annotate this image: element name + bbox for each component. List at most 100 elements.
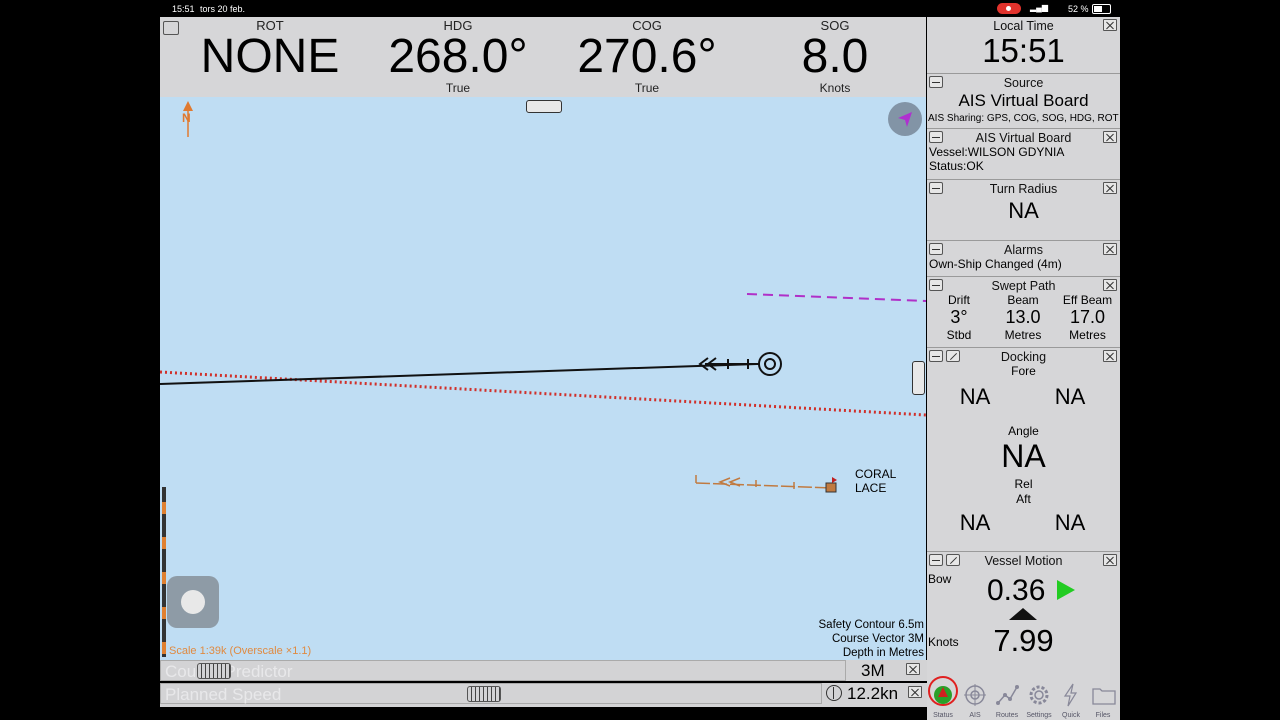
status-date: tors 20 feb. [200,4,246,14]
nautical-chart[interactable]: N CORAL LACE Scale 1:39k (Overscale ×1.1… [160,97,926,660]
assistive-touch-button[interactable] [167,576,219,628]
aft-right-value: NA [1054,510,1086,535]
tab-files[interactable]: Files [1087,680,1119,720]
source-panel: Source AIS Virtual Board AIS Sharing: GP… [927,74,1120,129]
chart-scale: Scale 1:39k (Overscale ×1.1) [169,645,312,657]
recording-indicator [997,3,1021,14]
tab-quick[interactable]: Quick [1055,680,1087,720]
alarms-panel: Alarms Own-Ship Changed (4m) [927,241,1120,277]
tab-settings[interactable]: Settings [1023,680,1055,720]
turn-radius-panel: Turn Radius NA [927,180,1120,241]
sog-value: 8.0 [801,30,869,83]
target-vessel-label[interactable]: CORAL LACE [855,467,926,495]
alarms-minimize-icon[interactable] [929,243,943,255]
tab-ais-label: AIS [969,712,981,719]
speed-close-icon[interactable] [908,686,922,698]
motion-edit-icon[interactable] [946,554,960,566]
navigation-arrow-icon [898,112,912,127]
swept-path-close-icon[interactable] [1103,279,1117,291]
angle-label: Angle [1008,424,1039,438]
aft-label: Aft [1016,492,1031,506]
side-panels: Local Time 15:51 Source AIS Virtual Boar… [927,17,1120,680]
panel-toggle-icon[interactable] [526,100,562,113]
drift-unit: Stbd [946,328,972,342]
speed-value: 12.2kn [847,684,899,703]
rot-value: NONE [200,30,340,83]
speed-readout: 12.2kn [822,683,927,704]
ais-minimize-icon[interactable] [929,131,943,143]
ais-tab-icon [964,684,986,706]
swept-path-panel: Swept Path Drift 3° Stbd Beam 13.0 Metre… [927,277,1120,348]
record-dot-icon [1006,6,1011,11]
source-minimize-icon[interactable] [929,76,943,88]
beam-value: 13.0 [1005,307,1041,327]
alarms-message[interactable]: Own-Ship Changed (4m) [927,257,1120,271]
speed-lock-icon[interactable] [826,685,842,701]
motion-minimize-icon[interactable] [929,554,943,566]
drift-value: 3° [950,307,968,327]
source-title: Source [1003,76,1044,90]
ais-vessel: Vessel:WILSON GDYNIA [929,145,1065,159]
navigation-mode-button[interactable] [888,102,922,136]
depth-units-text: Depth in Metres [842,647,924,659]
rot-instrument[interactable]: ROT NONE [175,17,365,81]
beam-column: Beam 13.0 Metres [991,293,1055,342]
tab-status-label: Status [933,712,953,719]
docking-minimize-icon[interactable] [929,350,943,362]
side-panel-handle-icon[interactable] [912,361,925,395]
vessel-motion-panel: Vessel Motion Bow 0.36 Knots 7.99 [927,552,1120,680]
course-predictor-slider[interactable]: Course Predictor [160,660,846,681]
range-close-icon[interactable] [906,663,920,675]
alarms-close-icon[interactable] [1103,243,1117,255]
hdg-unit: True [445,81,471,95]
target-vessel-icon [825,482,837,493]
turn-radius-minimize-icon[interactable] [929,182,943,194]
turn-radius-close-icon[interactable] [1103,182,1117,194]
knots-value: 7.99 [993,623,1054,658]
routes-tab-icon [996,685,1019,705]
ais-board-title: AIS Virtual Board [975,131,1072,145]
target-flag-icon [832,477,837,483]
chart-overlay [160,101,926,657]
docking-edit-icon[interactable] [946,350,960,362]
alarms-title: Alarms [1004,243,1043,257]
swept-path-columns: Drift 3° Stbd Beam 13.0 Metres Eff Beam … [927,293,1120,342]
fore-left-value: NA [959,384,991,409]
chart-info-block: Safety Contour 6.5m Course Vector 3M Dep… [819,618,924,660]
eff-beam-label: Eff Beam [1062,293,1113,307]
beam-label: Beam [1007,293,1039,307]
target-vector-line [695,482,833,489]
hdg-instrument[interactable]: HDG 268.0° True [363,17,553,95]
bow-direction-icon [1057,580,1075,600]
tab-routes[interactable]: Routes [991,680,1023,720]
beam-unit: Metres [1004,328,1042,342]
instrument-bar: ROT NONE HDG 268.0° True COG 270.6° True… [160,17,926,97]
motion-close-icon[interactable] [1103,554,1117,566]
tab-bar: Status AIS Routes Settings Quick Files [927,676,1120,720]
own-ship-inner-icon [764,358,776,370]
swept-path-minimize-icon[interactable] [929,279,943,291]
tab-status[interactable]: Status [927,676,959,720]
ais-close-icon[interactable] [1103,131,1117,143]
signal-icon: ▂▄▆ [1030,3,1048,12]
route-dotted-line [160,370,926,417]
bow-label: Bow [928,572,952,586]
docking-close-icon[interactable] [1103,350,1117,362]
source-note: AIS Sharing: GPS, COG, SOG, HDG, ROT [928,113,1119,124]
cog-instrument[interactable]: COG 270.6° True [552,17,742,95]
fore-right-value: NA [1054,384,1086,409]
local-time-close-icon[interactable] [1103,19,1117,31]
north-arrow-icon [183,101,193,111]
tab-settings-label: Settings [1026,712,1052,719]
speed-slider-handle[interactable] [467,686,501,702]
sog-instrument[interactable]: SOG 8.0 Knots [740,17,930,95]
predictor-slider-handle[interactable] [197,663,231,679]
tab-routes-label: Routes [995,712,1019,719]
cog-value: 270.6° [577,30,717,83]
planned-speed-slider[interactable]: Planned Speed [160,683,822,704]
rel-label: Rel [1014,477,1033,491]
fore-label: Fore [1011,364,1036,378]
local-time-value: 15:51 [982,32,1065,69]
tab-ais[interactable]: AIS [959,680,991,720]
ais-status: Status:OK [929,159,984,173]
